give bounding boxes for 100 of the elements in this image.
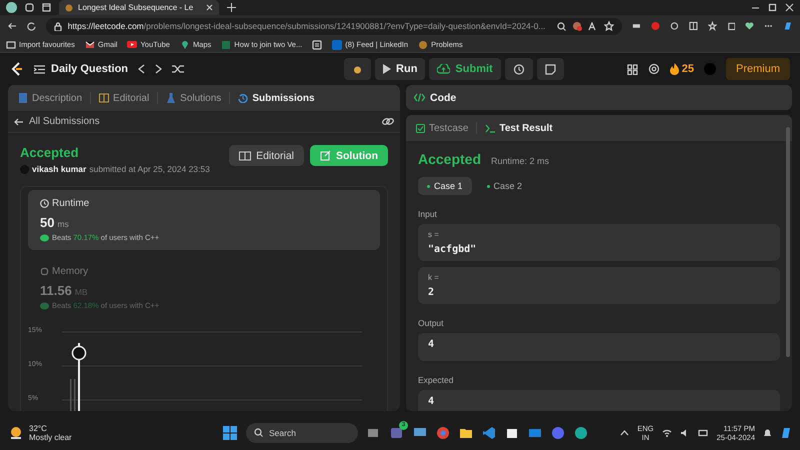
star-icon[interactable] <box>604 21 614 31</box>
heart-icon[interactable] <box>745 21 754 31</box>
folder-icon <box>6 40 16 50</box>
split-screen-icon[interactable] <box>688 21 698 31</box>
plus-icon[interactable] <box>227 3 236 12</box>
code-panel-header[interactable]: Code <box>406 85 792 110</box>
layout-icon[interactable] <box>626 64 638 74</box>
close-icon[interactable] <box>206 4 213 11</box>
clock-icon <box>40 199 49 208</box>
play-icon <box>383 64 392 74</box>
bell-icon[interactable] <box>763 428 772 438</box>
workspaces-icon[interactable] <box>25 3 34 12</box>
tab-actions-icon[interactable] <box>42 3 51 12</box>
temperature: 32°C <box>29 424 48 432</box>
check-dot-icon <box>427 184 430 188</box>
value-text: 4 <box>428 339 436 350</box>
leetcode-logo-icon[interactable] <box>10 61 24 77</box>
case-tab[interactable]: Case 2 <box>478 177 532 195</box>
result-status: Accepted <box>418 151 482 167</box>
chevron-up-icon[interactable] <box>620 430 630 436</box>
note-icon <box>544 64 556 74</box>
pin-icon <box>180 40 190 50</box>
browser-tab[interactable]: Longest Ideal Subsequence - Le <box>59 0 219 15</box>
shuffle-icon[interactable] <box>172 64 184 74</box>
address-bar[interactable]: https://leetcode.com/problems/longest-ideal-subsequence/submissions/1241900881/?envType=daily-question&envId=2024-0... <box>46 18 622 34</box>
editorial-button[interactable]: Editorial <box>229 145 304 166</box>
panel-tab[interactable]: Editorial <box>97 92 152 104</box>
premium-button[interactable]: Premium <box>726 58 790 80</box>
book-icon <box>99 93 110 103</box>
reload-icon[interactable] <box>26 21 36 31</box>
zoom-icon[interactable] <box>557 22 566 30</box>
selection-marker[interactable] <box>72 343 86 411</box>
page-icon[interactable] <box>312 40 322 50</box>
weather-text: Mostly clear <box>29 432 72 442</box>
checkbox-icon <box>416 124 425 132</box>
wifi-icon[interactable] <box>662 428 672 436</box>
mail-icon <box>84 40 95 50</box>
close-icon[interactable] <box>785 3 794 12</box>
panel-tab[interactable]: Submissions <box>236 92 317 104</box>
settings-icon[interactable] <box>648 63 660 75</box>
panel-tab[interactable]: Solutions <box>164 92 224 104</box>
run-button[interactable]: Run <box>375 58 426 80</box>
problem-list-link[interactable]: Daily Question <box>34 63 128 75</box>
extension-icon[interactable] <box>632 21 642 31</box>
value-text: "acfgbd" <box>428 244 478 255</box>
code-icon <box>414 93 425 102</box>
link-icon[interactable] <box>382 117 394 126</box>
panel-tab[interactable]: Test Result <box>483 122 555 134</box>
panel-tab[interactable]: Description <box>16 92 84 104</box>
read-aloud-icon[interactable] <box>588 22 598 30</box>
user-name[interactable]: vikash kumar <box>32 164 86 174</box>
value-text: 4 <box>428 396 436 407</box>
chrome-icon[interactable] <box>436 426 450 440</box>
search-field[interactable]: Search <box>246 422 358 442</box>
case-tab[interactable]: Case 1 <box>418 177 472 195</box>
back-arrow-icon[interactable] <box>8 21 17 31</box>
chevron-right-icon[interactable] <box>155 64 162 74</box>
back-arrow-icon <box>14 118 23 126</box>
variable-name: k = <box>428 273 440 282</box>
back-link[interactable]: All Submissions <box>14 116 100 127</box>
metric-title: Runtime <box>40 198 368 209</box>
maximize-icon[interactable] <box>768 3 777 12</box>
collections-icon[interactable] <box>726 21 736 31</box>
chat-icon[interactable] <box>390 426 404 440</box>
flask-icon <box>166 93 176 103</box>
copilot-icon[interactable] <box>780 426 792 438</box>
streak-counter[interactable]: 25 <box>670 63 694 75</box>
submit-button[interactable]: Submit <box>429 58 501 80</box>
battery-icon[interactable] <box>698 428 709 436</box>
terminal-icon <box>485 124 496 132</box>
sheet-icon <box>221 40 232 50</box>
debug-button[interactable] <box>344 58 372 80</box>
history-icon <box>238 93 248 103</box>
flame-icon <box>670 63 679 75</box>
start-icon[interactable] <box>223 426 237 440</box>
section-label: Input <box>418 209 438 219</box>
chevron-left-icon[interactable] <box>138 64 146 74</box>
favourites-icon[interactable] <box>708 21 717 31</box>
square-icon <box>332 40 342 50</box>
clock-icon <box>512 63 525 75</box>
edit-icon <box>320 150 331 161</box>
panel-tab[interactable]: Testcase <box>414 122 470 134</box>
hand-icon <box>40 234 49 242</box>
leetcode-icon <box>65 4 73 12</box>
book-icon <box>239 150 252 160</box>
copilot-icon[interactable] <box>783 21 792 31</box>
weather-icon[interactable] <box>8 426 24 440</box>
submission-time: submitted at Apr 25, 2024 23:53 <box>89 164 210 174</box>
alarm-button[interactable] <box>504 58 533 80</box>
scrollbar[interactable] <box>786 127 790 357</box>
play-icon <box>127 40 138 50</box>
record-icon[interactable] <box>651 21 660 31</box>
metric-title: Memory <box>40 266 368 277</box>
section-label: Expected <box>418 375 454 385</box>
value-text: 2 <box>428 287 436 298</box>
chip-icon <box>40 267 49 276</box>
list-icon <box>34 64 45 74</box>
note-button[interactable] <box>536 58 564 80</box>
avatar-icon[interactable] <box>6 2 17 13</box>
description-icon <box>18 93 28 103</box>
